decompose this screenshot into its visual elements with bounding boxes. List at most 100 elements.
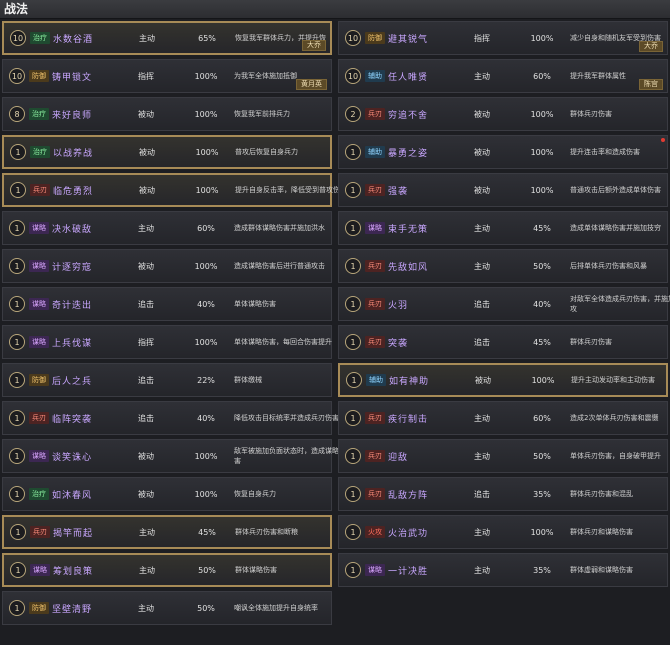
tactic-name: 穷追不舍	[388, 110, 429, 121]
tactic-name: 如有神助	[389, 376, 430, 387]
level-badge: 1	[10, 144, 26, 160]
tactic-card[interactable]: 1 谋略 筹划良策 主动 50% 群体谋略伤害	[2, 553, 332, 587]
tactic-category-tag: 火攻	[365, 526, 385, 538]
tactic-card[interactable]: 1 兵刃火羽 追击 40% 对敌军全体造成兵刃伤害，并施加火攻	[338, 287, 670, 321]
tactic-type: 被动	[139, 185, 155, 195]
level-badge: 1	[10, 562, 26, 578]
tactic-card[interactable]: 10 治疗 水数谷酒 主动 65% 恢复我军群体兵力，并提升恢 大乔	[2, 21, 332, 55]
tactic-description: 造成群体谋略伤害并施加洪水	[234, 224, 325, 232]
tactic-category-tag: 兵刃	[29, 412, 49, 424]
tactic-description: 造成2次单体兵刃伤害和震慑	[570, 414, 659, 422]
level-badge: 1	[346, 372, 362, 388]
tactic-card[interactable]: 10 辅助 任人唯贤 主动 60% 提升我军群体属性 陈宫	[338, 59, 668, 93]
tactic-category-tag: 兵刃	[365, 184, 385, 196]
tactic-rate: 35%	[533, 565, 551, 575]
level-badge: 8	[9, 106, 25, 122]
tactic-card[interactable]: 1 防御 坚壁清野 主动 50% 嘲讽全体施加提升自身统率	[2, 591, 332, 625]
tactic-card[interactable]: 1 防御 后人之兵 追击 22% 群体缴械	[2, 363, 332, 397]
tactic-type: 追击	[474, 299, 490, 309]
tactic-card[interactable]: 1 治疗 如沐春风 被动 100% 恢复自身兵力	[2, 477, 332, 511]
tactic-name: 如沐春风	[52, 490, 93, 501]
tactic-card[interactable]: 2 兵刃 穷追不舍 被动 100% 群体兵刃伤害	[338, 97, 668, 131]
level-badge: 2	[345, 106, 361, 122]
tactic-card[interactable]: 1 兵刃 疾行制击 主动 60% 造成2次单体兵刃伤害和震慑	[338, 401, 668, 435]
tactic-description: 单体兵刃伤害，自身破甲提升	[570, 452, 661, 460]
tactic-description: 对敌军全体造成兵刃伤害，并施加火攻	[570, 295, 670, 313]
tactic-card[interactable]: 1 谋略 束手无策 主动 45% 造成单体谋略伤害并施加技穷	[338, 211, 668, 245]
tactic-rate: 50%	[197, 603, 215, 613]
level-badge: 10	[9, 68, 25, 84]
tactic-name: 临危勇烈	[53, 186, 94, 197]
tactic-description: 群体谋略伤害	[235, 566, 277, 574]
tactic-category-tag: 辅助	[365, 146, 385, 158]
level-badge: 1	[345, 296, 361, 312]
tactic-name: 突袭	[388, 338, 409, 349]
tactic-description: 普攻后恢复自身兵力	[235, 148, 298, 156]
tactic-rate: 100%	[194, 451, 218, 461]
level-badge: 1	[345, 144, 361, 160]
tactic-card[interactable]: 1 谋略 谈笑诛心 被动 100% 敌军被施加负面状态时，造成谋略伤害	[2, 439, 346, 473]
tactic-name: 筹划良策	[53, 566, 94, 577]
tactic-description: 群体兵刃和谋略伤害	[570, 528, 633, 536]
tactic-card[interactable]: 1 治疗 以战养战 被动 100% 普攻后恢复自身兵力	[2, 135, 332, 169]
tactic-card[interactable]: 8 治疗 来好良师 被动 100% 恢复我军前排兵力	[2, 97, 332, 131]
tactic-description: 恢复我军前排兵力	[234, 110, 290, 118]
tactic-type: 追击	[474, 337, 490, 347]
tactic-description: 单体谋略伤害	[234, 300, 276, 308]
tactic-rate: 100%	[531, 375, 555, 385]
tactic-rate: 65%	[198, 33, 216, 43]
tactic-card[interactable]: 1 谋略 奇计迭出 追击 40% 单体谋略伤害	[2, 287, 332, 321]
level-badge: 1	[345, 220, 361, 236]
tactic-card[interactable]: 1 谋略 决水破敌 主动 60% 造成群体谋略伤害并施加洪水	[2, 211, 332, 245]
tactic-rate: 100%	[194, 109, 218, 119]
tactic-category-tag: 谋略	[29, 450, 49, 462]
tactic-rate: 100%	[530, 185, 554, 195]
tactic-rate: 45%	[198, 527, 216, 537]
tactic-category-tag: 兵刃	[30, 526, 50, 538]
tactic-card[interactable]: 1 谋略 上兵伐谋 指挥 100% 单体谋略伤害，每回合伤害提升	[2, 325, 332, 359]
tactic-card[interactable]: 1 兵刃 揭竿而起 主动 45% 群体兵刃伤害和断粮	[2, 515, 332, 549]
level-badge: 10	[10, 30, 26, 46]
tactic-rate: 100%	[530, 527, 554, 537]
tactic-category-tag: 谋略	[365, 222, 385, 234]
tactic-category-tag: 防御	[29, 70, 49, 82]
tactic-description: 提升连击率和造成伤害	[570, 148, 640, 156]
tactic-name: 火羽	[388, 300, 409, 311]
tactic-name: 揭竿而起	[53, 528, 94, 539]
tactic-card[interactable]: 10 防御 避其锐气 指挥 100% 减少自身和随机友军受到伤害 大乔	[338, 21, 668, 55]
tactic-category-tag: 辅助	[366, 374, 386, 386]
tactic-name: 避其锐气	[388, 34, 429, 45]
tactic-category-tag: 治疗	[29, 108, 49, 120]
tactic-card[interactable]: 1 兵刃 突袭 追击 45% 群体兵刃伤害	[338, 325, 668, 359]
tactic-card[interactable]: 1 谋略 一计决胜 主动 35% 群体虚弱和谋略伤害	[338, 553, 668, 587]
tactic-name: 火治武功	[388, 528, 429, 539]
tactic-card[interactable]: 1 兵刃 迎敌 主动 50% 单体兵刃伤害，自身破甲提升	[338, 439, 668, 473]
tactic-card[interactable]: 10 防御 铸甲锁文 指挥 100% 为我军全体施加抵御 黄月英	[2, 59, 332, 93]
tactic-description: 降低攻击目标统率并造成兵刃伤害	[234, 414, 339, 422]
tactic-rate: 45%	[533, 337, 551, 347]
level-badge: 1	[10, 524, 26, 540]
tactic-card[interactable]: 1 兵刃 乱敌方阵 追击 35% 群体兵刃伤害和混乱	[338, 477, 668, 511]
level-badge: 1	[10, 182, 26, 198]
tactic-type: 被动	[474, 185, 490, 195]
tactic-name: 乱敌方阵	[388, 490, 429, 501]
tactic-card[interactable]: 1 辅助 如有神助 被动 100% 提升主动发动率和主动伤害	[338, 363, 668, 397]
tactic-card[interactable]: 1 辅助 暴勇之姿 被动 100% 提升连击率和造成伤害	[338, 135, 668, 169]
tactic-card[interactable]: 1 兵刃 先敌如风 主动 50% 后排单体兵刃伤害和风暴	[338, 249, 668, 283]
tactic-rate: 40%	[197, 413, 215, 423]
tactic-type: 主动	[139, 527, 155, 537]
tactic-card[interactable]: 1 兵刃 临危勇烈 被动 100% 提升自身反击率，降低受到普攻伤害	[2, 173, 347, 207]
hero-source-badge: 大乔	[302, 40, 326, 51]
tactic-card[interactable]: 1 谋略 计逐穷寇 被动 100% 造成谋略伤害后进行普通攻击	[2, 249, 332, 283]
tactic-card[interactable]: 1 火攻 火治武功 主动 100% 群体兵刃和谋略伤害	[338, 515, 668, 549]
tactic-type: 主动	[474, 451, 490, 461]
tactic-description: 敌军被施加负面状态时，造成谋略伤害	[234, 447, 346, 465]
tactic-rate: 100%	[195, 147, 219, 157]
tactic-card[interactable]: 1 兵刃 临阵突袭 追击 40% 降低攻击目标统率并造成兵刃伤害	[2, 401, 339, 435]
tactic-category-tag: 兵刃	[30, 184, 50, 196]
level-badge: 1	[9, 372, 25, 388]
tactic-rate: 35%	[533, 489, 551, 499]
tactic-description: 单体谋略伤害，每回合伤害提升	[234, 338, 332, 346]
tactic-name: 先敌如风	[388, 262, 429, 273]
tactic-card[interactable]: 1 兵刃 强袭 被动 100% 普通攻击后额外造成单体伤害	[338, 173, 668, 207]
